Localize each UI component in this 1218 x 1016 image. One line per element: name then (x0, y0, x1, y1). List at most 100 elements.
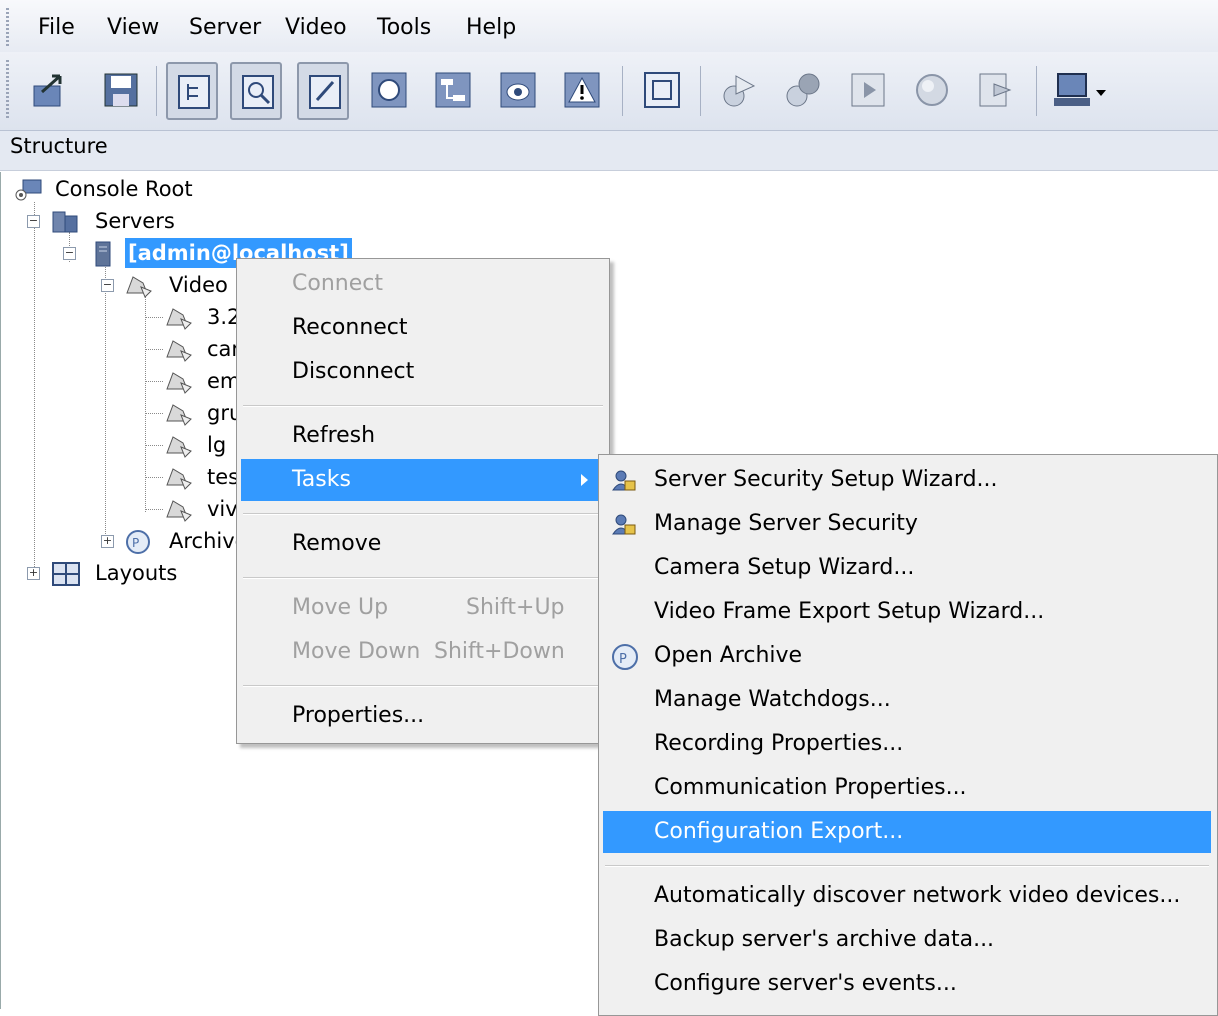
menu-item-properties[interactable]: Properties... (241, 695, 605, 737)
warning-button[interactable] (556, 62, 608, 120)
fit-button[interactable] (636, 62, 688, 120)
context-menu: Connect Reconnect Disconnect Refresh Tas… (236, 258, 610, 744)
menu-item-auto-discover-devices[interactable]: Automatically discover network video dev… (603, 875, 1211, 917)
menu-separator (605, 865, 1209, 867)
menu-view[interactable]: View (107, 14, 159, 42)
menu-item-label: Video Frame Export Setup Wizard... (654, 599, 1045, 624)
menu-item-configuration-export[interactable]: Configuration Export... (603, 811, 1211, 853)
menu-item-label: Tasks (292, 467, 351, 492)
menubar-grip[interactable] (6, 8, 9, 46)
collapse-toggle[interactable]: − (101, 279, 114, 292)
menu-item-manage-watchdogs[interactable]: Manage Watchdogs... (603, 679, 1211, 721)
collapse-toggle[interactable]: − (63, 247, 76, 260)
menu-item-video-frame-export-wizard[interactable]: Video Frame Export Setup Wizard... (603, 591, 1211, 633)
svg-text:P: P (132, 536, 139, 550)
export-icon (33, 74, 62, 107)
expand-toggle[interactable]: + (27, 567, 40, 580)
save-icon (104, 73, 138, 107)
menu-item-open-archive[interactable]: P Open Archive (603, 635, 1211, 677)
menu-item-label: Remove (292, 531, 382, 556)
globe-button[interactable] (906, 62, 958, 120)
menu-item-connect[interactable]: Connect (241, 263, 605, 305)
menu-file[interactable]: File (38, 14, 75, 42)
menu-item-recording-properties[interactable]: Recording Properties... (603, 723, 1211, 765)
toolbar-grip[interactable] (6, 60, 9, 120)
menu-item-label: Automatically discover network video dev… (654, 883, 1181, 908)
play-button[interactable] (712, 62, 764, 120)
tree-guide-line (145, 294, 146, 512)
menu-item-label: Properties... (292, 703, 425, 728)
tree-guide-line (105, 264, 106, 544)
search-view-button[interactable] (230, 62, 282, 120)
group-icon (786, 73, 820, 107)
edit-view-button[interactable] (297, 62, 349, 120)
menu-item-camera-setup-wizard[interactable]: Camera Setup Wizard... (603, 547, 1211, 589)
tasks-submenu: Server Security Setup Wizard... Manage S… (598, 454, 1218, 1016)
toolbar-separator (156, 66, 157, 116)
collapse-toggle[interactable]: − (27, 215, 40, 228)
camera-node-icon (166, 372, 192, 394)
menu-item-server-security-wizard[interactable]: Server Security Setup Wizard... (603, 459, 1211, 501)
circle-button[interactable] (363, 62, 415, 120)
tree-label: tes (207, 465, 240, 489)
tree-view-button[interactable] (166, 62, 218, 120)
tree-label: lg (207, 433, 227, 457)
save-button[interactable] (95, 62, 147, 120)
menu-separator (243, 405, 603, 407)
menu-item-label: Move Up (292, 595, 389, 620)
menu-item-communication-properties[interactable]: Communication Properties... (603, 767, 1211, 809)
security-icon (612, 470, 636, 491)
tree-label: Servers (95, 209, 175, 233)
server-icon (95, 241, 111, 267)
menu-item-label: Communication Properties... (654, 775, 967, 800)
forward-icon (979, 73, 1012, 107)
archive-icon: P (126, 530, 150, 554)
menu-separator (243, 685, 603, 687)
film-button[interactable] (842, 62, 894, 120)
camera-button[interactable] (492, 62, 544, 120)
menu-item-move-down[interactable]: Move Down Shift+Down (241, 631, 605, 673)
circle-icon (371, 72, 407, 108)
camera-icon (500, 72, 536, 108)
camera-node-icon (166, 340, 192, 362)
menu-server[interactable]: Server (189, 14, 261, 42)
menu-item-manage-server-security[interactable]: Manage Server Security (603, 503, 1211, 545)
svg-text:P: P (619, 652, 627, 667)
console-root-icon (15, 179, 42, 201)
menu-item-label: Configure server's events... (654, 971, 957, 996)
security-icon (612, 514, 636, 535)
camera-node-icon (166, 468, 192, 490)
camera-node-icon (166, 308, 192, 330)
menu-item-move-up[interactable]: Move Up Shift+Up (241, 587, 605, 629)
monitor-icon (1054, 73, 1106, 106)
menu-item-refresh[interactable]: Refresh (241, 415, 605, 457)
toolbar-separator (700, 66, 701, 116)
menu-item-backup-archive[interactable]: Backup server's archive data... (603, 919, 1211, 961)
menu-item-disconnect[interactable]: Disconnect (241, 351, 605, 393)
expand-toggle[interactable]: + (101, 535, 114, 548)
menu-item-label: Move Down (292, 639, 421, 664)
video-camera-icon (126, 276, 152, 298)
menu-item-label: Configuration Export... (654, 819, 904, 844)
camera-node-icon (166, 404, 192, 426)
monitor-dropdown-button[interactable] (1048, 62, 1114, 120)
menu-item-reconnect[interactable]: Reconnect (241, 307, 605, 349)
tree-label: Layouts (95, 561, 178, 585)
warning-icon (564, 72, 600, 108)
forward-button[interactable] (970, 62, 1022, 120)
menu-help[interactable]: Help (466, 14, 516, 42)
menu-item-tasks[interactable]: Tasks (241, 459, 605, 501)
menu-tools[interactable]: Tools (377, 14, 431, 42)
export-button[interactable] (24, 62, 76, 120)
globe-icon (916, 74, 948, 106)
edit-view-icon (309, 75, 341, 109)
menu-video[interactable]: Video (285, 14, 347, 42)
camera-node-icon (166, 436, 192, 458)
menu-item-remove[interactable]: Remove (241, 523, 605, 565)
tree-view-icon (178, 75, 210, 109)
network-button[interactable] (427, 62, 479, 120)
archive-icon: P (612, 644, 638, 670)
group-button[interactable] (777, 62, 829, 120)
menu-item-configure-events[interactable]: Configure server's events... (603, 963, 1211, 1005)
menu-item-label: Camera Setup Wizard... (654, 555, 915, 580)
